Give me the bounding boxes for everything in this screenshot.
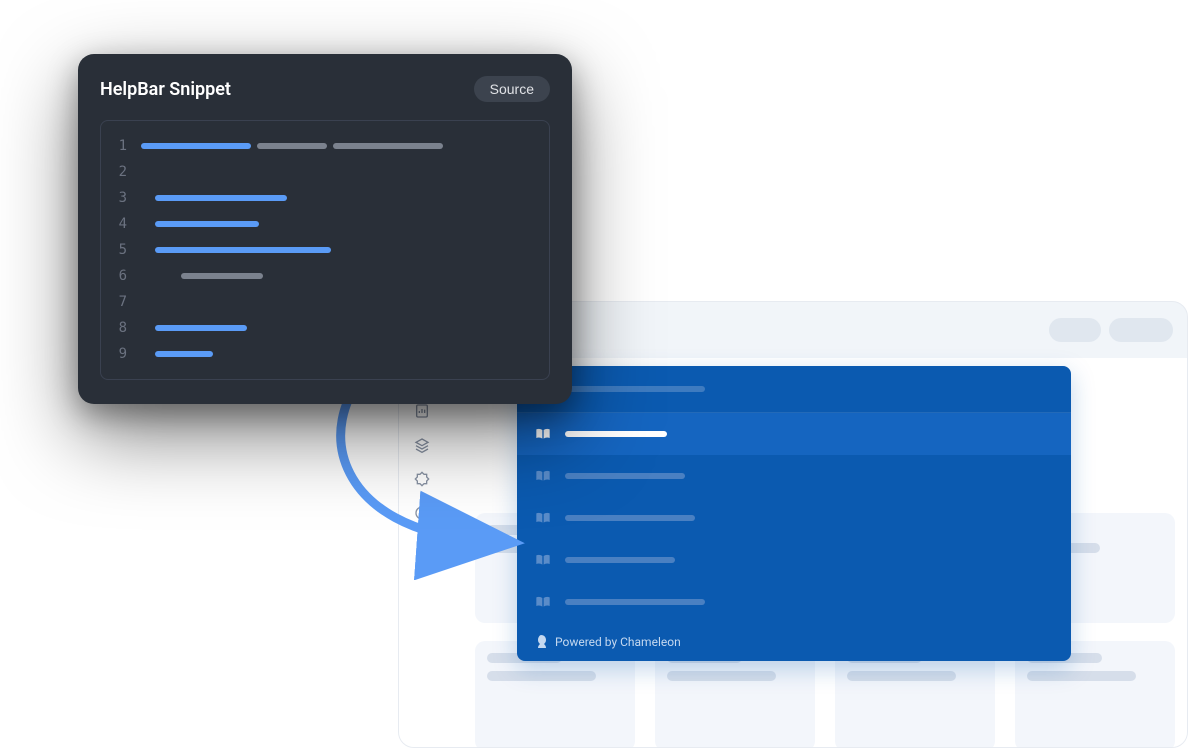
book-icon: [535, 469, 551, 483]
code-token: [155, 221, 259, 227]
report-icon[interactable]: [413, 402, 431, 420]
line-number: 9: [111, 346, 127, 362]
topbar-pill[interactable]: [1049, 318, 1101, 342]
code-card-title: HelpBar Snippet: [100, 79, 231, 100]
helpbar-item-label: [565, 473, 685, 479]
code-token: [257, 143, 327, 149]
helpbar-footer: Powered by Chameleon: [517, 623, 1071, 661]
code-token: [155, 325, 247, 331]
code-snippet-card: HelpBar Snippet Source 1 2 3 4 5 6 7 8 9: [78, 54, 572, 404]
pie-icon[interactable]: [413, 504, 431, 522]
helpbar-item[interactable]: [517, 455, 1071, 497]
source-button[interactable]: Source: [474, 76, 550, 102]
line-number: 2: [111, 164, 127, 180]
layers-icon[interactable]: [413, 436, 431, 454]
line-number: 4: [111, 216, 127, 232]
code-token: [181, 273, 263, 279]
helpbar-search[interactable]: [517, 366, 1071, 413]
code-token: [333, 143, 443, 149]
code-line: 8: [111, 315, 539, 341]
app-main: Powered by Chameleon: [445, 358, 1187, 747]
code-body: 1 2 3 4 5 6 7 8 9: [100, 120, 550, 380]
code-line: 6: [111, 263, 539, 289]
helpbar-item-label: [565, 599, 705, 605]
line-number: 1: [111, 138, 127, 154]
helpbar-item-label: [565, 557, 675, 563]
code-line: 1: [111, 133, 539, 159]
helpbar-item[interactable]: [517, 539, 1071, 581]
code-line: 9: [111, 341, 539, 367]
helpbar-results: [517, 413, 1071, 623]
line-number: 3: [111, 190, 127, 206]
search-placeholder: [565, 386, 705, 392]
line-number: 7: [111, 294, 127, 310]
helpbar-footer-text: Powered by Chameleon: [555, 635, 681, 649]
line-number: 8: [111, 320, 127, 336]
helpbar: Powered by Chameleon: [517, 366, 1071, 661]
code-line: 4: [111, 211, 539, 237]
code-token: [155, 351, 213, 357]
book-icon: [535, 511, 551, 525]
book-icon: [535, 595, 551, 609]
line-number: 6: [111, 268, 127, 284]
code-line: 2: [111, 159, 539, 185]
book-icon: [535, 427, 551, 441]
code-line: 3: [111, 185, 539, 211]
chameleon-icon: [535, 635, 547, 649]
helpbar-item[interactable]: [517, 413, 1071, 455]
code-token: [141, 143, 251, 149]
topbar-pill[interactable]: [1109, 318, 1173, 342]
helpbar-item[interactable]: [517, 497, 1071, 539]
code-token: [155, 195, 287, 201]
badge-icon[interactable]: [413, 470, 431, 488]
helpbar-item-label: [565, 431, 667, 437]
helpbar-item[interactable]: [517, 581, 1071, 623]
code-card-header: HelpBar Snippet Source: [100, 76, 550, 102]
helpbar-item-label: [565, 515, 695, 521]
code-line: 7: [111, 289, 539, 315]
line-number: 5: [111, 242, 127, 258]
book-icon: [535, 553, 551, 567]
sliders-icon[interactable]: [413, 538, 431, 556]
code-line: 5: [111, 237, 539, 263]
code-token: [155, 247, 331, 253]
app-sidebar: [399, 358, 445, 747]
